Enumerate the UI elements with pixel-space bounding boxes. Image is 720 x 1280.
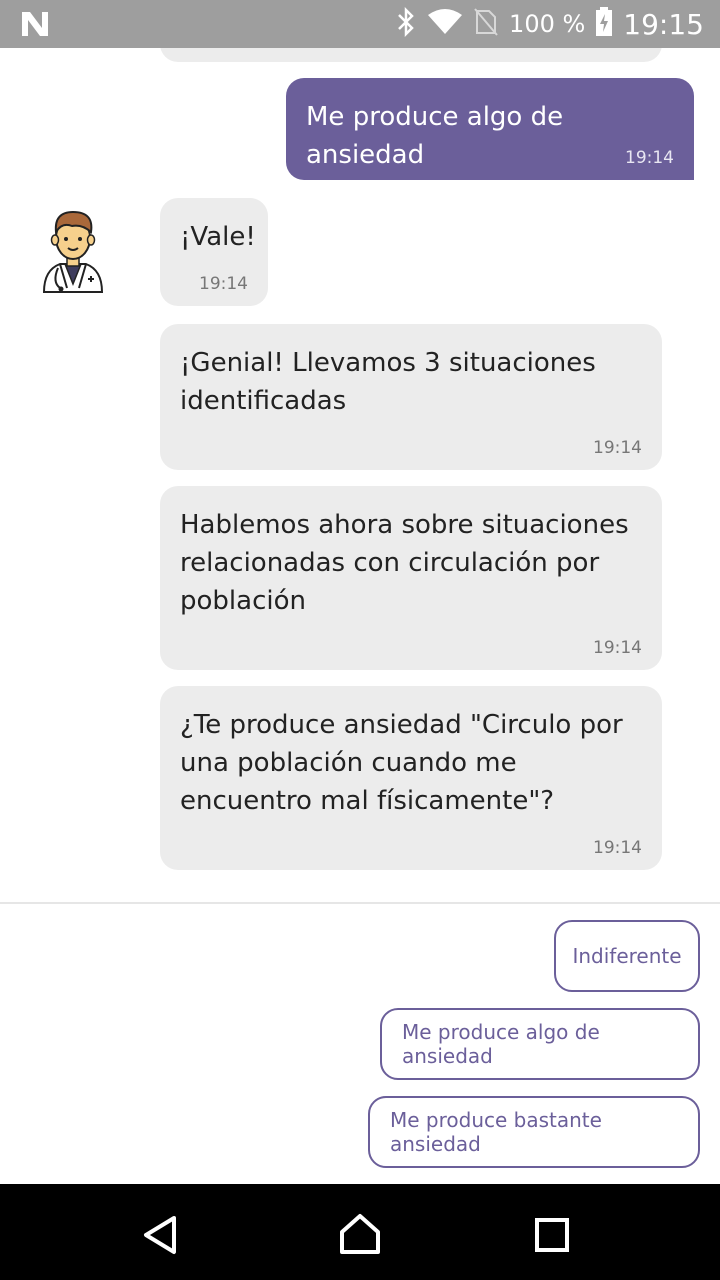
- status-clock: 19:15: [623, 7, 704, 41]
- divider: [0, 902, 720, 904]
- message-time: 19:14: [625, 148, 674, 168]
- message-bubble-partial: [160, 48, 662, 62]
- bot-message: ¡Vale! 19:14: [160, 198, 268, 306]
- status-bar: 100 % 19:15: [0, 0, 720, 48]
- battery-icon: [595, 7, 613, 41]
- message-text: ¿Te produce ansiedad "Circulo por una po…: [180, 710, 623, 816]
- bot-message: ¿Te produce ansiedad "Circulo por una po…: [160, 686, 662, 870]
- chat-messages[interactable]: Me produce algo de ansiedad 19:14 ¡Vale!…: [0, 48, 720, 902]
- message-time: 19:14: [593, 438, 642, 458]
- wifi-icon: [427, 8, 463, 40]
- quick-reply-algo-ansiedad[interactable]: Me produce algo de ansiedad: [380, 1008, 700, 1080]
- n-logo-icon: [20, 10, 50, 42]
- back-icon[interactable]: [140, 1214, 180, 1260]
- battery-percentage: 100 %: [509, 10, 586, 38]
- quick-reply-indiferente[interactable]: Indiferente: [554, 920, 700, 992]
- recents-icon[interactable]: [534, 1217, 570, 1257]
- message-text: Me produce algo de ansiedad: [306, 102, 564, 170]
- message-time: 19:14: [199, 274, 248, 294]
- bluetooth-icon: [395, 6, 417, 41]
- chat-screen: 100 % 19:15 Me produce algo de ansiedad …: [0, 0, 720, 1280]
- bot-message: ¡Genial! Llevamos 3 situaciones identifi…: [160, 324, 662, 470]
- user-message: Me produce algo de ansiedad 19:14: [286, 78, 694, 180]
- bot-message: Hablemos ahora sobre situaciones relacio…: [160, 486, 662, 670]
- home-icon[interactable]: [338, 1212, 382, 1260]
- message-time: 19:14: [593, 638, 642, 658]
- doctor-avatar: [36, 208, 110, 294]
- message-text: ¡Vale!: [180, 222, 256, 252]
- no-sim-icon: [473, 7, 499, 41]
- message-text: Hablemos ahora sobre situaciones relacio…: [180, 510, 629, 616]
- message-time: 19:14: [593, 838, 642, 858]
- message-text: ¡Genial! Llevamos 3 situaciones identifi…: [180, 348, 596, 416]
- quick-reply-bastante-ansiedad[interactable]: Me produce bastante ansiedad: [368, 1096, 700, 1168]
- status-icons: 100 % 19:15: [395, 0, 704, 48]
- navigation-bar: [0, 1184, 720, 1280]
